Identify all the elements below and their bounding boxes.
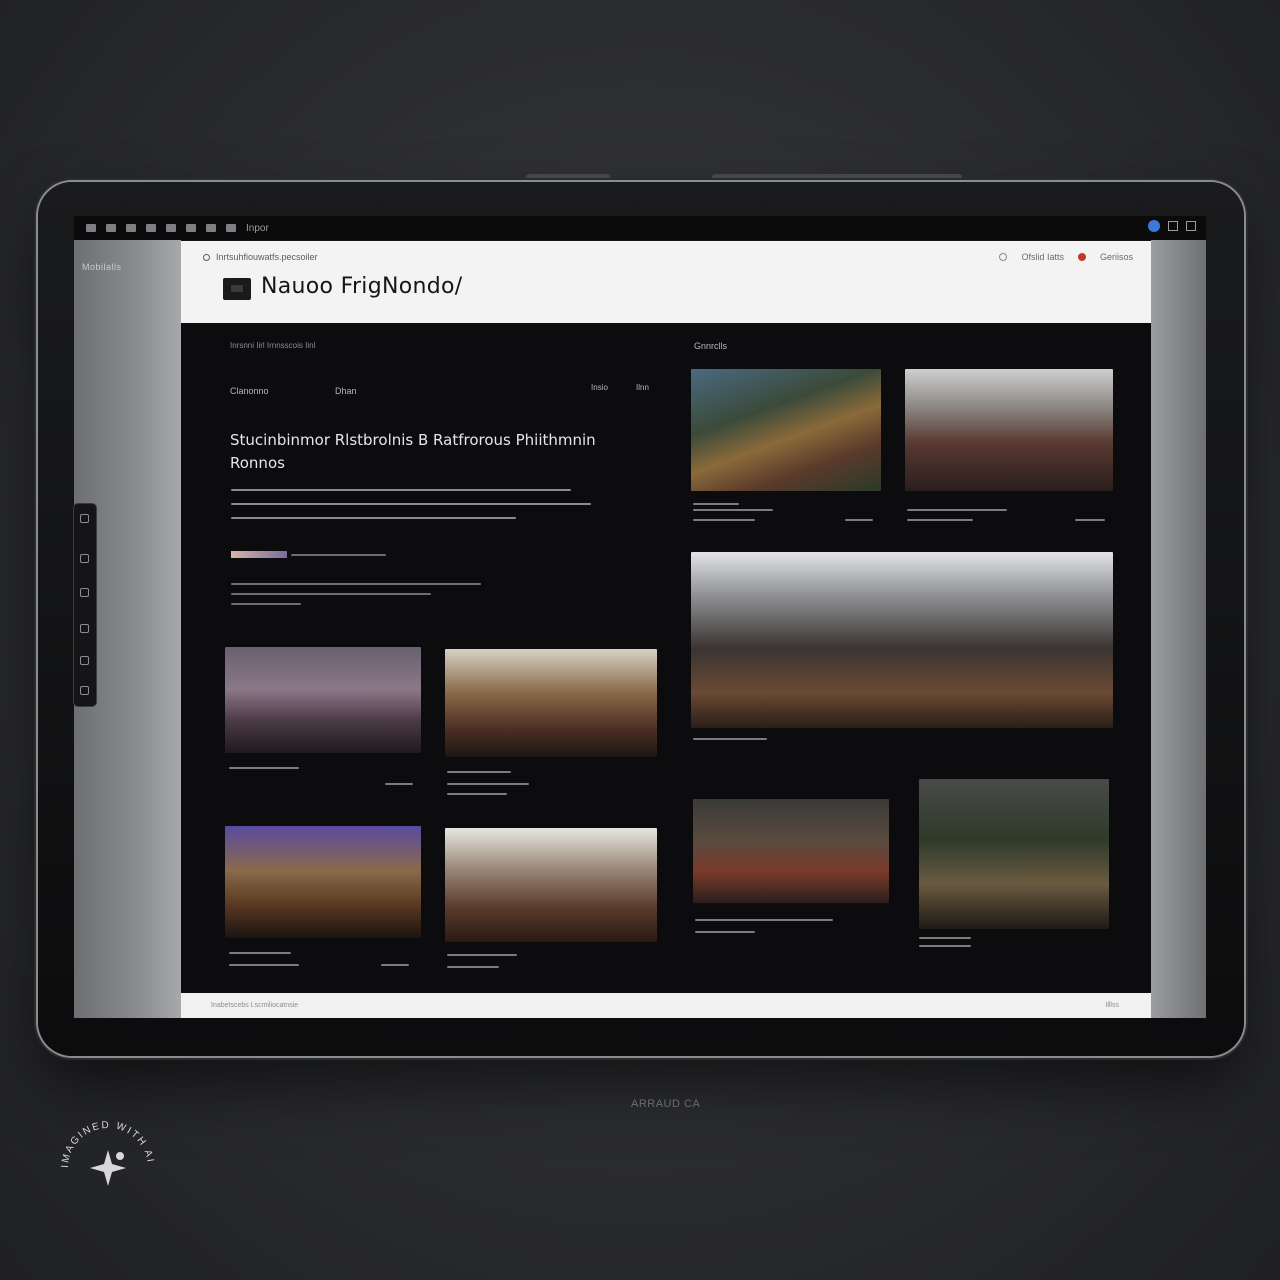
header-link-2[interactable]: Geriisos [1100,252,1133,262]
caption-line [907,519,973,521]
caption-line [447,954,517,956]
caption-line [447,793,507,795]
record-icon [1077,253,1086,261]
floating-toolbar [74,504,96,706]
gallery-image[interactable] [445,828,657,942]
caption-line [385,783,413,785]
app-icon[interactable] [206,224,216,232]
window-icon[interactable] [1168,221,1178,231]
caption-line [229,952,291,954]
gallery-card-wide[interactable] [691,552,1113,732]
gallery-card[interactable] [691,369,881,509]
gallery-label: Gnnrclls [694,341,728,351]
right-background-panel [1151,240,1206,1018]
gallery-card[interactable] [445,828,657,968]
paragraph-line [231,517,516,519]
header-nav: Ofslid Iatts Geriisos [999,252,1133,262]
filter-left[interactable]: Clanonno [230,386,269,396]
breadcrumb[interactable]: Inrsnni Iirl Irnnsscois Iinl [230,341,315,350]
caption-line [693,519,755,521]
line-icon[interactable] [80,656,89,665]
paragraph-line [231,603,301,605]
caption-line [919,937,971,939]
settings-icon[interactable] [80,686,89,695]
app-icon[interactable] [166,224,176,232]
gallery-image[interactable] [905,369,1113,491]
device-caption: ARRAUD CA [631,1098,701,1110]
gallery-card[interactable] [445,649,657,795]
caption-line [845,519,873,521]
gallery-card[interactable] [225,826,421,966]
app-icon[interactable] [146,224,156,232]
caption-line [693,738,767,740]
status-bar-label: Inpor [246,222,269,234]
caption-line [447,783,529,785]
gallery-image[interactable] [693,799,889,903]
browser-icon[interactable] [1148,220,1160,232]
app-icon[interactable] [186,224,196,232]
progress-bar [231,551,287,558]
url-text: Inrtsuhfiouwatfs.pecsoiler [216,252,318,262]
filter-middle[interactable]: Dhan [335,386,357,396]
site-footer: Inabetscebs Lscmiliocatnsie Illlss [181,993,1151,1018]
caption-line [693,503,739,505]
paragraph-line [231,583,481,585]
device-power-button [712,174,962,180]
caption-line [229,964,299,966]
app-icon[interactable] [106,224,116,232]
header-link-1[interactable]: Ofslid Iatts [1021,252,1064,262]
footer-link[interactable]: Illlss [1105,1002,1119,1009]
hero-title: Stucinbinmor Rlstbrolnis B Ratfrorous Ph… [230,431,596,472]
pointer-icon[interactable] [80,514,89,523]
gallery-image[interactable] [919,779,1109,929]
gallery-image[interactable] [691,369,881,491]
caption-line [447,966,499,968]
side-panel-label: Mobilalls [82,262,122,272]
caption-line [693,509,773,511]
caption-line [1075,519,1105,521]
footer-text: Inabetscebs Lscmiliocatnsie [211,1002,299,1009]
paragraph-line [231,489,571,491]
gallery-image[interactable] [225,826,421,938]
paragraph-line [231,593,431,595]
browser-window: Inrtsuhfiouwatfs.pecsoiler Nauoo FrigNon… [181,241,1151,1018]
shield-icon [999,253,1008,261]
device-volume-button [526,174,610,180]
caption-line [381,964,409,966]
filter-right-2[interactable]: Ilnn [636,383,649,392]
caption-line [907,509,1007,511]
gallery-card[interactable] [693,799,889,949]
gallery-card[interactable] [225,647,421,785]
site-logo[interactable] [223,278,251,300]
os-status-bar: Inpor [74,216,1206,240]
caption-line [695,919,833,921]
watermark-badge: IMAGINED WITH AI [60,1120,154,1186]
gallery-card[interactable] [919,779,1109,949]
gallery-image[interactable] [225,647,421,753]
gallery-image[interactable] [445,649,657,757]
filter-right-1[interactable]: Insio [591,383,608,392]
app-icon[interactable] [126,224,136,232]
paragraph-line [291,554,386,556]
sparkle-dot-icon [116,1152,124,1160]
pen-icon[interactable] [80,588,89,597]
caption-line [447,771,511,773]
arrow-icon[interactable] [80,554,89,563]
site-header: Inrtsuhfiouwatfs.pecsoiler Nauoo FrigNon… [181,241,1151,323]
address-bar[interactable]: Inrtsuhfiouwatfs.pecsoiler [203,252,318,262]
gallery-image[interactable] [691,552,1113,728]
grid-icon[interactable] [80,624,89,633]
bookmark-icon[interactable] [1186,221,1196,231]
site-title[interactable]: Nauoo FrigNondo/ [261,274,462,299]
paragraph-line [231,503,591,505]
app-icon[interactable] [86,224,96,232]
app-icon[interactable] [226,224,236,232]
caption-line [229,767,299,769]
main-content: Inrsnni Iirl Irnnsscois Iinl Clanonno Dh… [181,323,1151,993]
caption-line [919,945,971,947]
lock-icon [203,253,210,261]
gallery-card[interactable] [905,369,1113,509]
caption-line [695,931,755,933]
